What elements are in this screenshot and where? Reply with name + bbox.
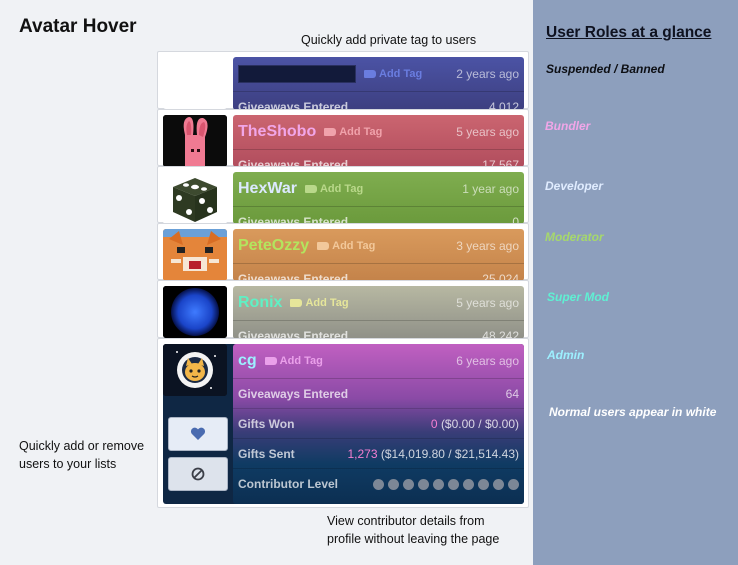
contributor-level-dot	[508, 478, 519, 490]
tag-icon	[264, 357, 277, 365]
avatar[interactable]	[163, 172, 227, 224]
gifts-won-count: 0	[430, 416, 438, 431]
add-tag-label: Add Tag	[279, 355, 323, 367]
gifts-sent-count: 1,273	[347, 446, 378, 461]
user-panel: HexWar Add Tag 1 year ago Giveaways Ente…	[233, 172, 524, 224]
gifts-won-value: ($0.00 / $0.00)	[440, 416, 519, 431]
member-since: 6 years ago	[456, 354, 519, 368]
role-super-mod: Super Mod	[547, 290, 609, 304]
username[interactable]: Ronix	[238, 294, 282, 312]
add-tag-label: Add Tag	[379, 68, 423, 80]
block-icon	[191, 467, 205, 481]
avatar	[163, 57, 227, 109]
add-to-whitelist-button[interactable]	[168, 417, 228, 451]
add-tag-label: Add Tag	[339, 126, 383, 138]
sidebar-title: User Roles at a glance	[546, 24, 712, 41]
contributor-level-dot	[493, 478, 504, 490]
avatar[interactable]	[163, 229, 227, 281]
stat-contributor-level: Contributor Level	[233, 469, 524, 499]
page-title: Avatar Hover	[19, 16, 137, 37]
tag-icon	[304, 185, 317, 193]
member-since: 1 year ago	[462, 182, 519, 196]
contributor-level-dot	[478, 478, 489, 490]
username[interactable]: PeteOzzy	[238, 237, 309, 255]
contributor-level-dot	[403, 478, 414, 490]
add-tag-label: Add Tag	[305, 297, 349, 309]
member-since: 3 years ago	[456, 239, 519, 253]
user-panel: Ronix Add Tag 5 years ago Giveaways Ente…	[233, 286, 524, 339]
add-tag-button[interactable]: Add Tag	[264, 355, 323, 367]
user-card-admin: cg Add Tag 6 years ago Giveaways Entered…	[157, 338, 529, 508]
contributor-level-dot	[388, 478, 399, 490]
add-tag-button[interactable]: Add Tag	[364, 68, 422, 80]
stat-value: 64	[505, 386, 519, 401]
add-tag-button[interactable]: Add Tag	[304, 183, 364, 195]
avatar[interactable]	[163, 115, 227, 167]
add-to-blacklist-button[interactable]	[168, 457, 228, 491]
user-panel: TheShobo Add Tag 5 years ago Giveaways E…	[233, 115, 524, 167]
username[interactable]: cg	[238, 352, 257, 370]
tag-icon	[317, 242, 330, 250]
callout-private-tag: Quickly add private tag to users	[301, 33, 477, 47]
stat-gifts-sent: Gifts Sent 1,273 ($14,019.80 / $21,514.4…	[233, 439, 524, 469]
user-card-suspended: Add Tag 2 years ago Giveaways Entered 4,0…	[157, 51, 529, 110]
avatar[interactable]	[163, 286, 227, 338]
username[interactable]: HexWar	[238, 180, 297, 198]
add-tag-button[interactable]: Add Tag	[324, 126, 382, 138]
add-tag-label: Add Tag	[332, 240, 376, 252]
stat-label: Gifts Sent	[238, 446, 295, 461]
role-admin: Admin	[547, 348, 585, 362]
tag-icon	[364, 70, 376, 78]
member-since: 5 years ago	[456, 125, 519, 139]
astronaut-cat-avatar-icon	[163, 344, 227, 396]
tag-icon	[290, 299, 303, 307]
user-card-moderator: PeteOzzy Add Tag 3 years ago Giveaways E…	[157, 223, 529, 281]
dice-avatar-icon	[163, 172, 227, 224]
avatar[interactable]	[163, 344, 227, 396]
contributor-level-dot	[433, 478, 444, 490]
user-panel: cg Add Tag 6 years ago Giveaways Entered…	[233, 344, 524, 504]
cat-avatar-icon	[163, 229, 227, 281]
contributor-level-dot	[373, 478, 384, 490]
user-panel: PeteOzzy Add Tag 3 years ago Giveaways E…	[233, 229, 524, 281]
role-normal: Normal users appear in white	[549, 405, 717, 419]
contributor-level-dots[interactable]	[373, 478, 519, 490]
heart-icon	[190, 427, 206, 440]
add-tag-button[interactable]: Add Tag	[317, 240, 375, 252]
role-moderator: Moderator	[545, 230, 604, 244]
add-tag-button[interactable]: Add Tag	[290, 297, 349, 309]
user-card-developer: HexWar Add Tag 1 year ago Giveaways Ente…	[157, 166, 529, 224]
user-card-super-mod: Ronix Add Tag 5 years ago Giveaways Ente…	[157, 280, 529, 339]
stat-label: Gifts Won	[238, 416, 295, 431]
member-since: 5 years ago	[456, 296, 519, 310]
contributor-level-dot	[463, 478, 474, 490]
role-bundler: Bundler	[545, 119, 591, 133]
contributor-level-dot	[418, 478, 429, 490]
bunny-avatar-icon	[163, 115, 227, 167]
callout-contributor: View contributor details from profile wi…	[327, 514, 500, 546]
tag-icon	[324, 128, 337, 136]
stat-label: Giveaways Entered	[238, 386, 349, 401]
role-developer: Developer	[545, 179, 604, 193]
stat-label: Contributor Level	[238, 477, 339, 491]
stat-giveaways-entered: Giveaways Entered 64	[233, 379, 524, 409]
user-panel: Add Tag 2 years ago Giveaways Entered 4,0…	[233, 57, 524, 110]
callout-lists: Quickly add or remove users to your list…	[19, 439, 145, 471]
username-redacted[interactable]	[238, 65, 356, 83]
roles-sidebar: User Roles at a glance Suspended / Banne…	[533, 0, 738, 565]
gifts-sent-value: ($14,019.80 / $21,514.43)	[380, 446, 519, 461]
contributor-level-dot	[448, 478, 459, 490]
username[interactable]: TheShobo	[238, 123, 316, 141]
stat-gifts-won: Gifts Won 0 ($0.00 / $0.00)	[233, 409, 524, 439]
add-tag-label: Add Tag	[319, 183, 364, 195]
role-suspended: Suspended / Banned	[546, 62, 665, 76]
blue-sphere-avatar-icon	[163, 286, 227, 338]
member-since: 2 years ago	[456, 67, 519, 81]
user-card-bundler: TheShobo Add Tag 5 years ago Giveaways E…	[157, 109, 529, 167]
